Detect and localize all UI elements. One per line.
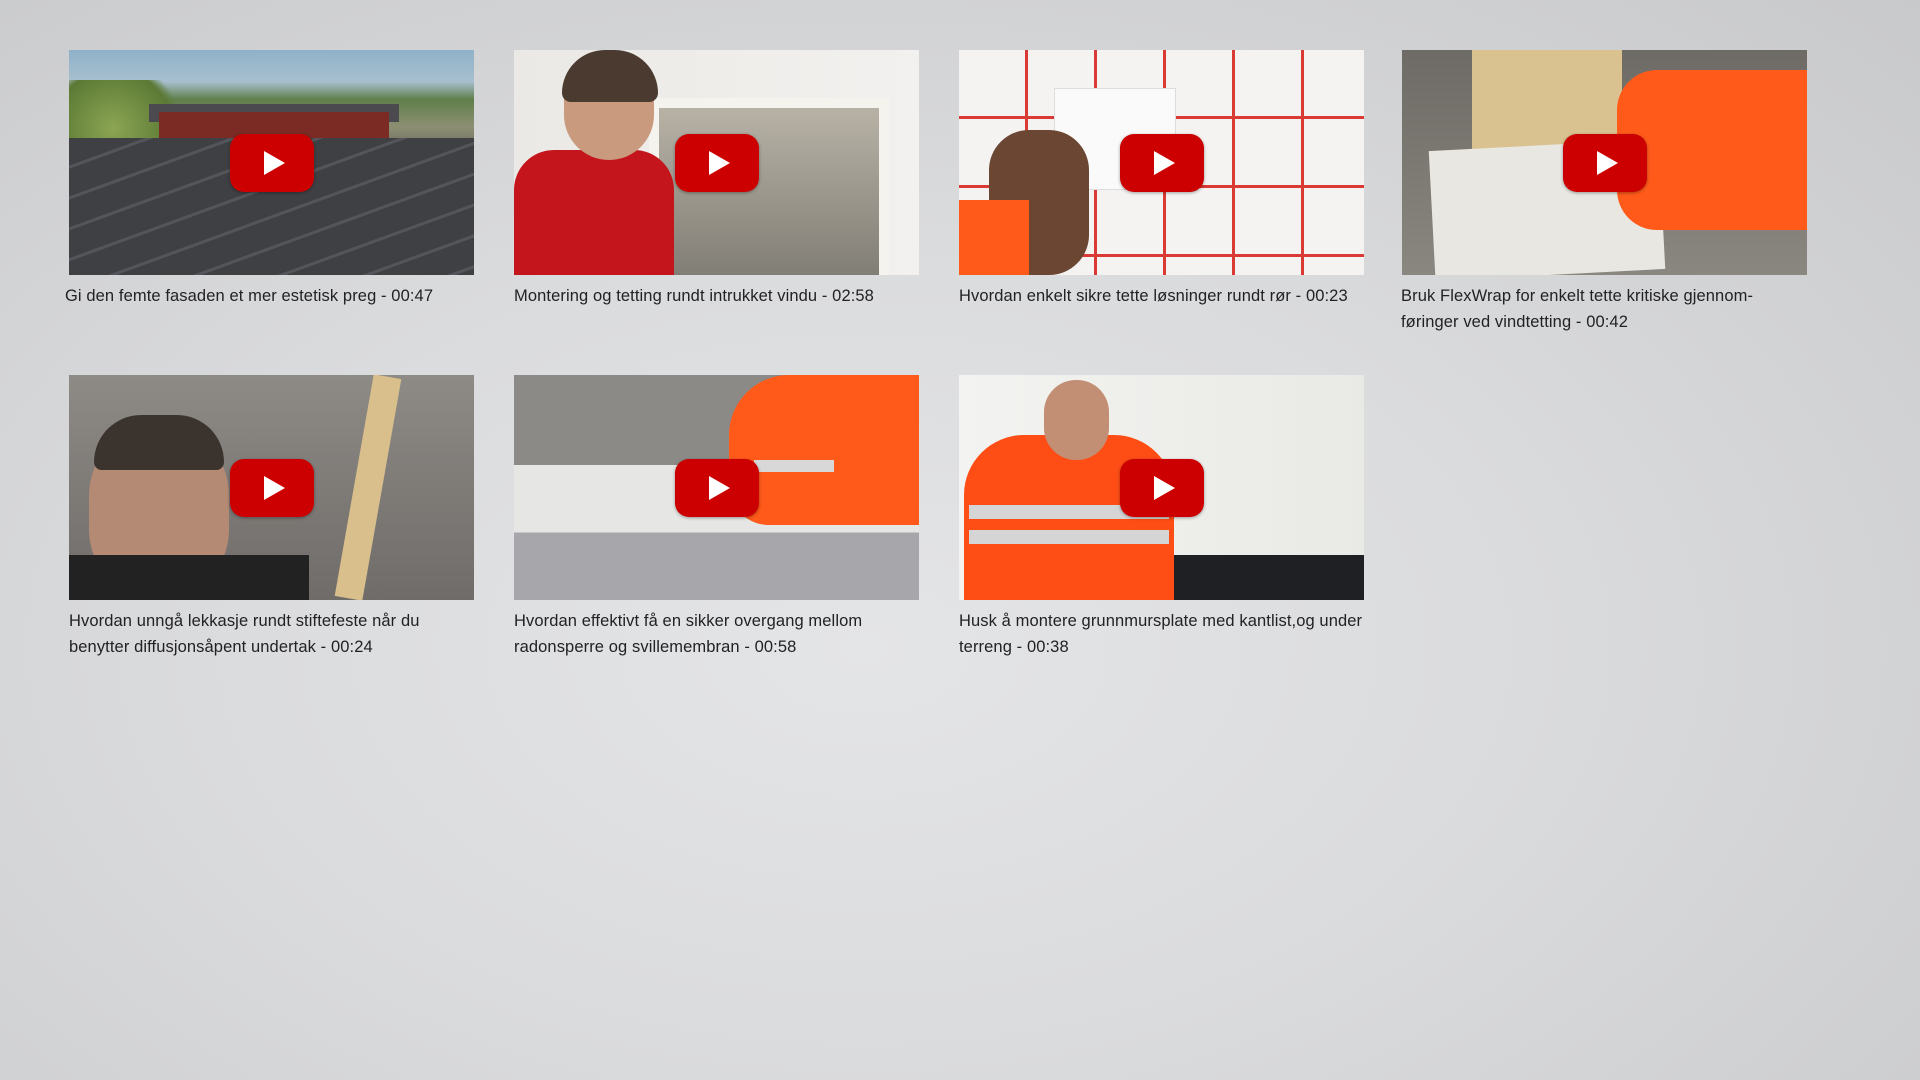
play-icon[interactable] bbox=[1119, 458, 1204, 517]
play-icon[interactable] bbox=[229, 458, 314, 517]
video-card[interactable]: Gi den femte fasaden et mer estetisk pre… bbox=[65, 50, 474, 309]
play-icon[interactable] bbox=[674, 133, 759, 192]
video-title[interactable]: Hvordan enkelt sikre tette løsninger run… bbox=[959, 283, 1364, 309]
video-title[interactable]: Husk å montere grunnmursplate med kantli… bbox=[959, 608, 1364, 660]
video-title[interactable]: Montering og tetting rundt intrukket vin… bbox=[514, 283, 919, 309]
video-card[interactable]: Bruk FlexWrap for enkelt tette kritiske … bbox=[1401, 50, 1807, 335]
video-card[interactable]: Montering og tetting rundt intrukket vin… bbox=[514, 50, 919, 309]
video-title[interactable]: Bruk FlexWrap for enkelt tette kritiske … bbox=[1401, 283, 1807, 335]
video-thumbnail[interactable] bbox=[1402, 50, 1807, 275]
video-thumbnail[interactable] bbox=[959, 375, 1364, 600]
play-icon[interactable] bbox=[674, 458, 759, 517]
video-card[interactable]: Husk å montere grunnmursplate med kantli… bbox=[959, 375, 1364, 660]
video-thumbnail[interactable] bbox=[514, 375, 919, 600]
play-icon[interactable] bbox=[229, 133, 314, 192]
play-icon[interactable] bbox=[1562, 133, 1647, 192]
video-card[interactable]: Hvordan enkelt sikre tette løsninger run… bbox=[959, 50, 1364, 309]
play-icon[interactable] bbox=[1119, 133, 1204, 192]
video-thumbnail[interactable] bbox=[514, 50, 919, 275]
video-thumbnail[interactable] bbox=[959, 50, 1364, 275]
video-card[interactable]: Hvordan unngå lekkasje rundt stiftefeste… bbox=[69, 375, 474, 660]
video-card[interactable]: Hvordan effektivt få en sikker overgang … bbox=[514, 375, 919, 660]
video-title[interactable]: Hvordan unngå lekkasje rundt stiftefeste… bbox=[69, 608, 474, 660]
video-title[interactable]: Gi den femte fasaden et mer estetisk pre… bbox=[65, 283, 474, 309]
video-thumbnail[interactable] bbox=[69, 50, 474, 275]
video-grid: Gi den femte fasaden et mer estetisk pre… bbox=[0, 0, 1920, 1080]
video-thumbnail[interactable] bbox=[69, 375, 474, 600]
video-title[interactable]: Hvordan effektivt få en sikker overgang … bbox=[514, 608, 919, 660]
